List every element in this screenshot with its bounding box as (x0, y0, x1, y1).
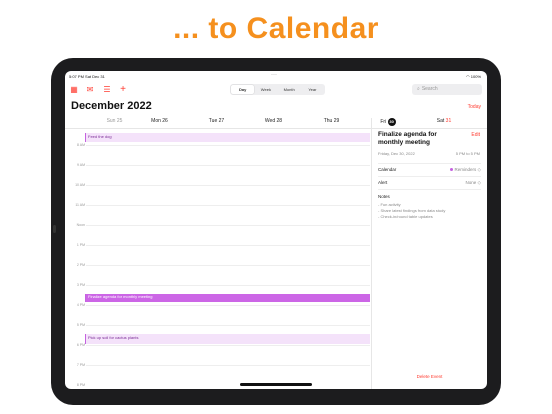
search-icon: ⌕ (417, 86, 420, 92)
hour-line (86, 285, 370, 286)
edit-button[interactable]: Edit (471, 132, 480, 138)
calendar-row[interactable]: Calendar Reminders ◇ (378, 163, 481, 174)
note-line: - Share latest findings from data study (378, 208, 446, 213)
note-line: - Fun activity (378, 202, 401, 207)
alert-label: Alert (378, 180, 388, 185)
wifi-icon: ◠ (466, 74, 470, 79)
day-grid[interactable]: 8 AM 9 AM 10 AM 11 AM Noon 1 PM 2 PM 3 P… (65, 129, 371, 389)
day-header[interactable]: Mon 26 (132, 118, 187, 127)
hour-line (86, 365, 370, 366)
note-line: - Check-in/round table updates (378, 214, 433, 219)
tab-month[interactable]: Month (278, 85, 301, 94)
hour-line (86, 345, 370, 346)
search-input[interactable]: ⌕ Search (412, 84, 482, 95)
hour-line (86, 245, 370, 246)
calendar-value: Reminders ◇ (449, 167, 481, 173)
hour-line (86, 325, 370, 326)
hour-line (86, 185, 370, 186)
calendar-color-icon (449, 168, 453, 172)
tab-week[interactable]: Week (254, 85, 277, 94)
hour-label: 3 PM (76, 283, 85, 287)
status-time: 5:07 PM Sat Dec 31 (69, 74, 105, 79)
hour-line (86, 265, 370, 266)
day-header[interactable]: Wed 28 (246, 118, 301, 127)
event-time: 5 PM to 5 PM (455, 151, 480, 156)
camera-dot (53, 225, 56, 233)
list-icon[interactable]: ☰ (102, 85, 112, 95)
hour-label: 2 PM (76, 263, 85, 267)
delete-event-button[interactable]: Delete Event (372, 374, 487, 379)
hour-line (86, 225, 370, 226)
hour-label: 1 PM (76, 243, 85, 247)
day-header[interactable]: Tue 27 (189, 118, 244, 127)
multitask-dots-icon[interactable]: ··· (271, 72, 277, 78)
event-date: Friday, Dec 30, 2022 (378, 151, 415, 156)
tab-year[interactable]: Year (301, 85, 324, 94)
hour-label: 11 AM (75, 203, 85, 207)
today-button[interactable]: Today (468, 104, 481, 110)
hour-label: 10 AM (75, 183, 85, 187)
view-segmented-control: Day Week Month Year (230, 84, 325, 95)
row-divider (378, 189, 481, 190)
hour-label: 9 AM (77, 163, 85, 167)
hour-label: 8 AM (77, 143, 85, 147)
hour-label: Noon (76, 223, 85, 227)
event-title: Finalize agenda for monthly meeting (378, 131, 437, 146)
tab-day[interactable]: Day (231, 85, 255, 94)
day-header[interactable]: Thu 29 (304, 118, 359, 127)
month-title: December 2022 (71, 100, 152, 112)
hour-line (86, 165, 370, 166)
alert-row[interactable]: Alert None ◇ (378, 176, 481, 187)
event-block[interactable]: Pick up soil for cactus plants (85, 334, 370, 344)
event-detail-panel: Finalize agenda for monthly meeting Edit… (372, 129, 487, 389)
selected-day-badge: 30 (387, 118, 396, 126)
alert-value: None ◇ (465, 180, 481, 185)
battery-indicator: ◠ 100% (466, 74, 481, 79)
calendar-label: Calendar (378, 167, 397, 172)
hour-line (86, 145, 370, 146)
hour-line (86, 205, 370, 206)
day-header[interactable]: Sat 31 (427, 118, 461, 127)
hour-label: 8 PM (76, 383, 85, 387)
notes-label: Notes (378, 194, 390, 199)
inbox-icon[interactable]: ✉ (85, 85, 95, 95)
event-block[interactable]: Feed the dog (85, 133, 370, 142)
home-indicator (240, 383, 312, 386)
hour-label: 5 PM (76, 323, 85, 327)
hour-label: 6 PM (76, 343, 85, 347)
hour-line (86, 305, 370, 306)
status-bar: 5:07 PM Sat Dec 31 ··· ◠ 100% (65, 71, 487, 81)
hour-label: 4 PM (76, 303, 85, 307)
event-block-selected[interactable]: Finalize agenda for monthly meeting (85, 294, 370, 302)
calendars-icon[interactable]: ▦ (69, 85, 79, 95)
promo-headline: ... to Calendar (173, 12, 379, 45)
promo-page: ... to Calendar 5:07 PM Sat Dec 31 ··· ◠… (0, 0, 552, 414)
day-header-selected[interactable]: Fri 30 (371, 118, 405, 127)
add-icon[interactable]: + (118, 85, 128, 95)
toolbar: ▦ ✉ ☰ + Day Week Month Year ⌕ Search (65, 83, 487, 97)
calendar-screen: 5:07 PM Sat Dec 31 ··· ◠ 100% ▦ ✉ ☰ + Da… (65, 71, 487, 389)
hour-label: 7 PM (76, 363, 85, 367)
